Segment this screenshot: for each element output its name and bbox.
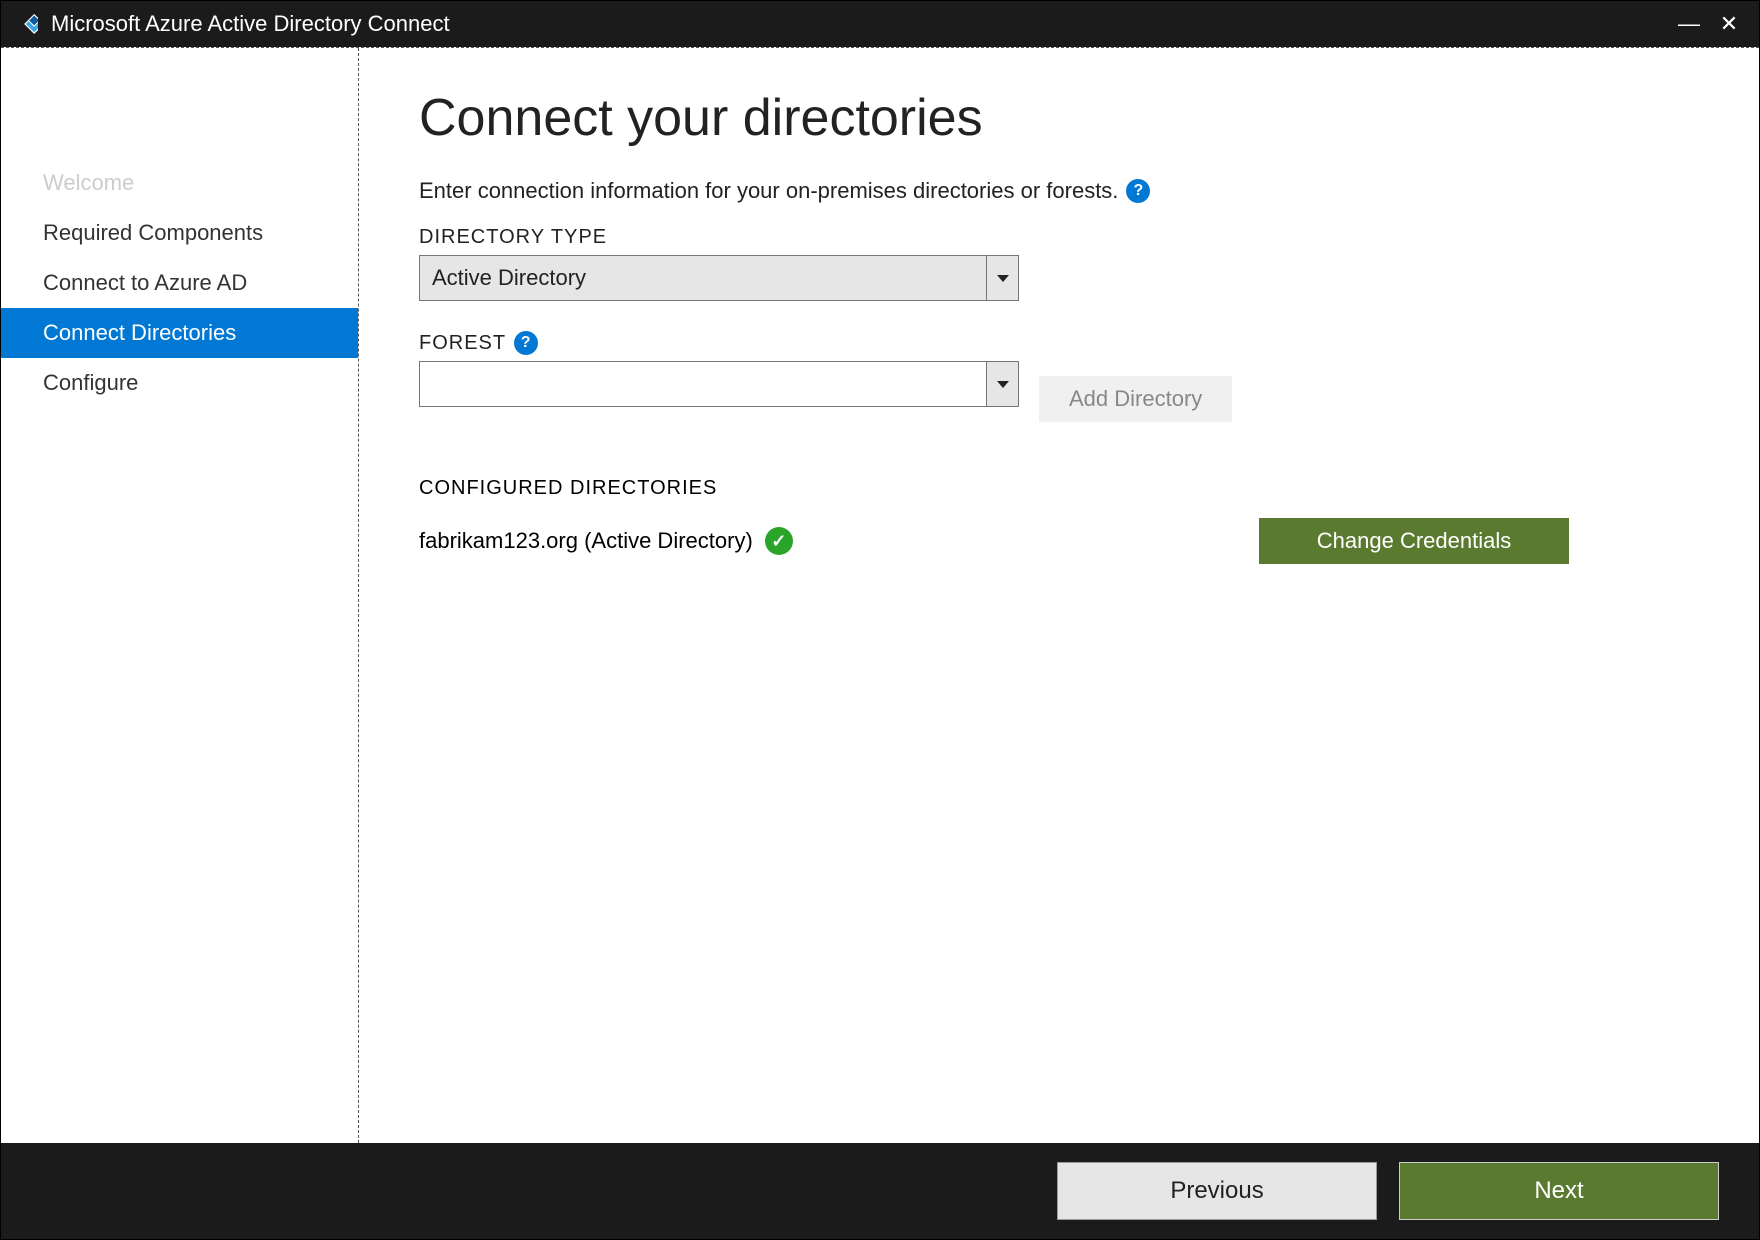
help-icon[interactable]: ? [514, 331, 538, 355]
chevron-down-icon [997, 381, 1009, 388]
page-subtitle: Enter connection information for your on… [419, 178, 1118, 204]
sidebar: Welcome Required Components Connect to A… [1, 48, 359, 1143]
azure-logo-icon [11, 10, 39, 38]
forest-dropdown-button[interactable] [986, 362, 1018, 406]
sidebar-item-connect-azure-ad[interactable]: Connect to Azure AD [1, 258, 358, 308]
next-button[interactable]: Next [1399, 1162, 1719, 1220]
main-panel: Connect your directories Enter connectio… [359, 48, 1759, 1143]
sidebar-item-required-components[interactable]: Required Components [1, 208, 358, 258]
sidebar-item-connect-directories[interactable]: Connect Directories [1, 308, 358, 358]
directory-type-label: DIRECTORY TYPE [419, 226, 1699, 249]
forest-row: Add Directory [419, 361, 1699, 437]
directory-type-dropdown-button[interactable] [986, 256, 1018, 300]
forest-label: FOREST [419, 332, 506, 355]
directory-type-select[interactable]: Active Directory [419, 255, 1019, 301]
directory-type-value: Active Directory [420, 256, 986, 300]
body: Welcome Required Components Connect to A… [1, 47, 1759, 1143]
help-icon[interactable]: ? [1126, 179, 1150, 203]
minimize-button[interactable]: — [1669, 11, 1709, 37]
forest-label-row: FOREST ? [419, 331, 1699, 355]
page-subtitle-row: Enter connection information for your on… [419, 178, 1699, 204]
add-directory-button: Add Directory [1039, 376, 1232, 422]
window-title: Microsoft Azure Active Directory Connect [51, 11, 1669, 37]
close-button[interactable]: ✕ [1709, 11, 1749, 37]
change-credentials-button[interactable]: Change Credentials [1259, 518, 1569, 564]
footer: Previous Next [1, 1143, 1759, 1239]
forest-value [420, 362, 986, 406]
configured-directory-text: fabrikam123.org (Active Directory) [419, 528, 753, 554]
forest-select[interactable] [419, 361, 1019, 407]
configured-directories-label: CONFIGURED DIRECTORIES [419, 477, 1699, 500]
check-circle-icon: ✓ [765, 527, 793, 555]
window: Microsoft Azure Active Directory Connect… [0, 0, 1760, 1240]
configured-directory-left: fabrikam123.org (Active Directory) ✓ [419, 527, 793, 555]
previous-button[interactable]: Previous [1057, 1162, 1377, 1220]
chevron-down-icon [997, 275, 1009, 282]
sidebar-item-configure[interactable]: Configure [1, 358, 358, 408]
sidebar-item-welcome: Welcome [1, 158, 358, 208]
titlebar: Microsoft Azure Active Directory Connect… [1, 1, 1759, 47]
page-title: Connect your directories [419, 88, 1699, 148]
configured-directory-row: fabrikam123.org (Active Directory) ✓ Cha… [419, 518, 1569, 564]
